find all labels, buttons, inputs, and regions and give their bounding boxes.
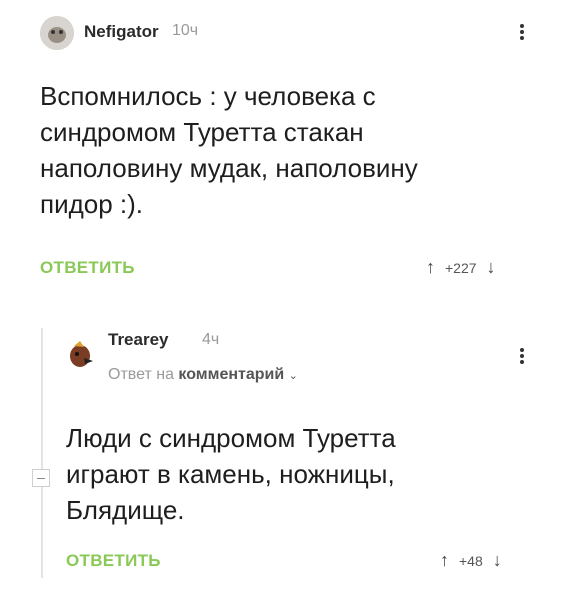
chevron-down-icon[interactable]: ⌄ xyxy=(289,370,298,382)
username[interactable]: Trearey xyxy=(108,330,169,350)
collapse-thread-button[interactable] xyxy=(32,469,50,487)
reply-button[interactable]: ОТВЕТИТЬ xyxy=(66,551,161,571)
arrow-down-icon[interactable]: ↓ xyxy=(493,550,502,571)
arrow-up-icon[interactable]: ↑ xyxy=(440,550,449,571)
thread-line xyxy=(41,328,43,578)
avatar[interactable] xyxy=(40,16,74,50)
vote-controls: ↑ +48 ↓ xyxy=(440,550,502,571)
vote-controls: ↑ +227 ↓ xyxy=(426,257,496,278)
reply-to-line: Ответ на комментарий ⌄ xyxy=(108,366,298,384)
comment-text: Вспомнилось : у человека с синдромом Тур… xyxy=(40,81,418,219)
kebab-menu-icon[interactable] xyxy=(517,346,527,368)
kebab-menu-icon[interactable] xyxy=(517,22,527,44)
username[interactable]: Nefigator xyxy=(84,22,159,42)
reply-to-prefix: Ответ на xyxy=(108,366,174,383)
arrow-up-icon[interactable]: ↑ xyxy=(426,257,435,278)
avatar[interactable] xyxy=(66,340,96,370)
reply-to-link[interactable]: комментарий xyxy=(178,366,284,383)
comment-time: 10ч xyxy=(172,22,199,39)
rating-value: +227 xyxy=(445,259,477,276)
reply-button[interactable]: ОТВЕТИТЬ xyxy=(40,258,135,278)
comment-time: 4ч xyxy=(202,331,220,348)
rating-value: +48 xyxy=(459,552,483,569)
comment-text: Люди с синдромом Туретта играют в камень… xyxy=(66,423,396,525)
arrow-down-icon[interactable]: ↓ xyxy=(487,257,496,278)
